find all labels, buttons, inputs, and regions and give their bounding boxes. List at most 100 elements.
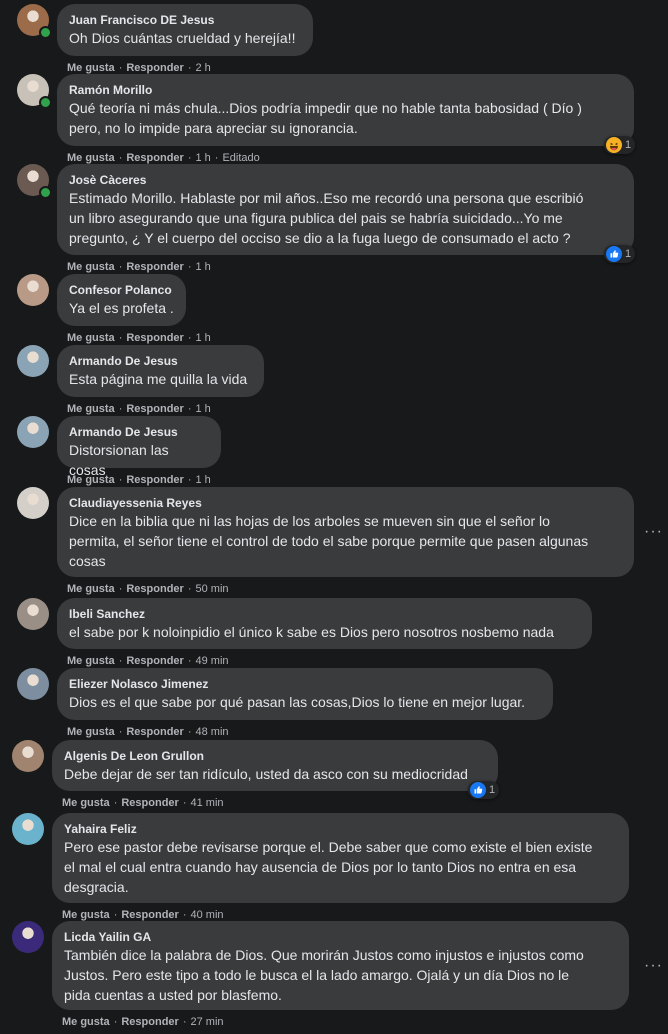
reply-button[interactable]: Responder xyxy=(126,261,183,273)
separator: · xyxy=(187,403,192,415)
more-options-icon[interactable]: ··· xyxy=(644,524,663,540)
like-button[interactable]: Me gusta xyxy=(62,797,110,809)
comment-timestamp[interactable]: 2 h xyxy=(196,62,211,74)
like-icon xyxy=(470,782,489,798)
comment-text: Estimado Morillo. Hablaste por mil años.… xyxy=(69,190,584,246)
comment-item: Confesor Polanco Ya el es profeta . Me gus… xyxy=(0,274,668,350)
online-status-dot xyxy=(39,186,52,199)
reaction-count-badge[interactable]: 1 xyxy=(468,781,500,799)
comment-text: Esta página me quilla la vida xyxy=(69,371,248,387)
commenter-name[interactable]: Josè Càceres xyxy=(69,172,622,188)
separator: · xyxy=(182,909,187,921)
reply-button[interactable]: Responder xyxy=(126,62,183,74)
comment-text: Ya el es profeta . xyxy=(69,300,174,316)
edited-label[interactable]: Editado xyxy=(222,152,259,164)
comment-text: Oh Dios cuántas crueldad y herejía!! xyxy=(69,30,296,46)
commenter-name[interactable]: Licda Yailin GA xyxy=(64,929,617,945)
commenter-name[interactable]: Armando De Jesus xyxy=(69,424,209,440)
comment-item: Armando De Jesus Esta página me quilla la… xyxy=(0,345,668,421)
comment-timestamp[interactable]: 1 h xyxy=(196,261,211,273)
like-button[interactable]: Me gusta xyxy=(62,1016,110,1028)
comment-actions: Me gusta · Responder · 1 h xyxy=(67,260,211,274)
reply-button[interactable]: Responder xyxy=(126,726,183,738)
separator: · xyxy=(118,403,123,415)
like-button[interactable]: Me gusta xyxy=(67,152,115,164)
separator: · xyxy=(187,655,192,667)
avatar[interactable] xyxy=(17,487,49,519)
online-status-dot xyxy=(39,26,52,39)
comment-actions: Me gusta · Responder · 50 min xyxy=(67,582,229,596)
comment-timestamp[interactable]: 41 min xyxy=(191,797,224,809)
reaction-count-badge[interactable]: 1 xyxy=(604,245,636,263)
avatar[interactable] xyxy=(17,416,49,448)
commenter-name[interactable]: Ramón Morillo xyxy=(69,82,622,98)
like-button[interactable]: Me gusta xyxy=(67,62,115,74)
comment-timestamp[interactable]: 49 min xyxy=(196,655,229,667)
commenter-name[interactable]: Algenis De Leon Grullon xyxy=(64,748,486,764)
avatar-image xyxy=(12,921,44,953)
reply-button[interactable]: Responder xyxy=(126,332,183,344)
avatar[interactable] xyxy=(12,813,44,845)
avatar[interactable] xyxy=(17,598,49,630)
like-button[interactable]: Me gusta xyxy=(67,583,115,595)
reply-button[interactable]: Responder xyxy=(126,655,183,667)
comment-text: Qué teoría ni más chula...Dios podría im… xyxy=(69,100,582,136)
separator: · xyxy=(118,62,123,74)
reply-button[interactable]: Responder xyxy=(121,1016,178,1028)
reply-button[interactable]: Responder xyxy=(121,797,178,809)
commenter-name[interactable]: Armando De Jesus xyxy=(69,353,252,369)
comment-item: Eliezer Nolasco Jimenez Dios es el que sa… xyxy=(0,668,668,744)
reaction-count: 1 xyxy=(625,139,632,151)
reply-button[interactable]: Responder xyxy=(126,583,183,595)
comment-timestamp[interactable]: 27 min xyxy=(191,1016,224,1028)
more-options-icon[interactable]: ··· xyxy=(644,957,663,974)
comment-timestamp[interactable]: 1 h xyxy=(196,403,211,415)
commenter-name[interactable]: Confesor Polanco xyxy=(69,282,174,298)
like-button[interactable]: Me gusta xyxy=(67,261,115,273)
avatar[interactable] xyxy=(17,345,49,377)
online-status-dot xyxy=(39,96,52,109)
commenter-name[interactable]: Yahaira Feliz xyxy=(64,821,617,837)
avatar[interactable] xyxy=(12,921,44,953)
comment-text: Dice en la biblia que ni las hojas de lo… xyxy=(69,513,589,569)
commenter-name[interactable]: Juan Francisco DE Jesus xyxy=(69,12,301,28)
avatar-image xyxy=(17,416,49,448)
reaction-count-badge[interactable]: 1 xyxy=(604,136,636,154)
avatar[interactable] xyxy=(12,740,44,772)
reply-button[interactable]: Responder xyxy=(126,403,183,415)
avatar[interactable] xyxy=(17,274,49,306)
like-button[interactable]: Me gusta xyxy=(67,332,115,344)
comment-item: Licda Yailin GA También dice la palabra d… xyxy=(0,921,668,1034)
separator: · xyxy=(118,261,123,273)
comment-item: Josè Càceres Estimado Morillo. Hablaste p… xyxy=(0,164,668,279)
separator: · xyxy=(118,474,123,486)
comment-item: Armando De Jesus Distorsionan las cosas Me… xyxy=(0,416,668,492)
comment-bubble: Josè Càceres Estimado Morillo. Hablaste p… xyxy=(57,164,634,255)
comment-timestamp[interactable]: 50 min xyxy=(196,583,229,595)
comment-actions: Me gusta · Responder · 1 h xyxy=(67,331,211,345)
avatar[interactable] xyxy=(17,668,49,700)
reaction-count: 1 xyxy=(489,784,496,796)
like-button[interactable]: Me gusta xyxy=(67,726,115,738)
like-button[interactable]: Me gusta xyxy=(62,909,110,921)
comment-timestamp[interactable]: 1 h xyxy=(196,474,211,486)
comment-actions: Me gusta · Responder · 2 h xyxy=(67,61,211,75)
commenter-name[interactable]: Claudiayessenia Reyes xyxy=(69,495,622,511)
commenter-name[interactable]: Ibeli Sanchez xyxy=(69,606,580,622)
commenter-name[interactable]: Eliezer Nolasco Jimenez xyxy=(69,676,541,692)
comment-timestamp[interactable]: 1 h xyxy=(196,152,211,164)
like-button[interactable]: Me gusta xyxy=(67,655,115,667)
reply-button[interactable]: Responder xyxy=(126,474,183,486)
reply-button[interactable]: Responder xyxy=(126,152,183,164)
comment-timestamp[interactable]: 40 min xyxy=(191,909,224,921)
comment-timestamp[interactable]: 48 min xyxy=(196,726,229,738)
reply-button[interactable]: Responder xyxy=(121,909,178,921)
comment-timestamp[interactable]: 1 h xyxy=(196,332,211,344)
like-button[interactable]: Me gusta xyxy=(67,403,115,415)
comment-text: Debe dejar de ser tan ridículo, usted da… xyxy=(64,766,468,782)
separator: · xyxy=(118,152,123,164)
like-button[interactable]: Me gusta xyxy=(67,474,115,486)
avatar-image xyxy=(17,274,49,306)
comment-actions: Me gusta · Responder · 27 min xyxy=(62,1015,224,1029)
comment-actions: Me gusta · Responder · 48 min xyxy=(67,725,229,739)
